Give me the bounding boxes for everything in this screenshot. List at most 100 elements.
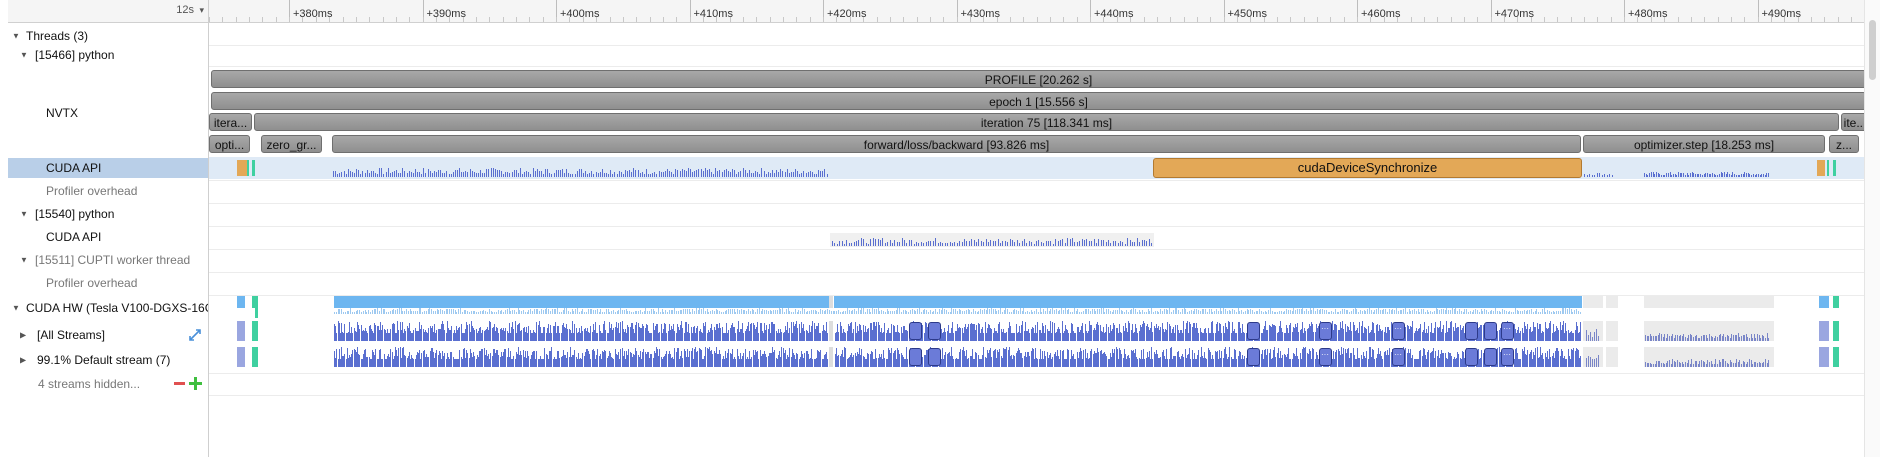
ruler-tick-label: +480ms — [1628, 8, 1668, 20]
api-call — [992, 241, 994, 246]
api-call — [1098, 239, 1100, 246]
nvtx-range-optimizer-step[interactable]: optimizer.step [18.253 ms] — [1583, 135, 1825, 153]
hide-stream-icon[interactable] — [174, 382, 185, 385]
ruler-minor-tick — [1130, 17, 1132, 22]
api-call — [675, 169, 677, 177]
api-call — [896, 242, 898, 246]
ruler-minor-tick — [1570, 17, 1572, 22]
api-call — [616, 174, 618, 177]
api-call — [503, 174, 505, 177]
tree-row-default-stream[interactable]: ▶ 99.1% Default stream (7) — [8, 349, 208, 371]
ellipsis-icon: ··· — [1321, 350, 1329, 359]
collapsed-triangle-icon[interactable]: ▶ — [20, 331, 26, 340]
api-call — [379, 168, 381, 177]
api-call — [1120, 241, 1121, 246]
api-call — [601, 169, 603, 177]
ruler-minor-tick — [996, 17, 998, 22]
zoom-label[interactable]: 12s — [176, 4, 194, 16]
tree-row-profiler-overhead-1[interactable]: Profiler overhead — [8, 181, 208, 201]
api-call — [851, 243, 853, 246]
ruler-tick-label: +400ms — [560, 8, 600, 20]
vertical-scrollbar[interactable] — [1864, 0, 1880, 457]
nvtx-range-epoch[interactable]: epoch 1 [15.556 s] — [211, 92, 1864, 110]
hw-kernel — [1586, 358, 1587, 367]
expand-triangle-icon[interactable]: ▼ — [20, 210, 28, 219]
api-call — [612, 174, 614, 177]
api-call — [930, 241, 932, 246]
cuda-device-synchronize[interactable]: cudaDeviceSynchronize — [1153, 158, 1582, 178]
api-call — [1586, 175, 1588, 177]
expand-triangle-icon[interactable]: ▼ — [12, 304, 20, 313]
nvtx-range-forward[interactable]: forward/loss/backward [93.826 ms] — [332, 135, 1581, 153]
api-call — [597, 173, 599, 177]
api-call — [666, 169, 668, 177]
api-call — [456, 170, 458, 177]
api-call — [633, 168, 635, 177]
tree-row-cuda-api-2[interactable]: CUDA API — [8, 227, 208, 247]
api-call — [471, 171, 473, 177]
tree-row-threads[interactable]: ▼ Threads (3) — [8, 27, 208, 45]
api-call — [706, 170, 708, 177]
api-call — [687, 168, 689, 177]
api-call — [1004, 241, 1006, 246]
ruler-minor-tick — [1664, 17, 1666, 22]
api-call — [393, 171, 395, 177]
tree-row-streams-hidden[interactable]: 4 streams hidden... — [8, 373, 208, 395]
api-call — [574, 174, 576, 177]
ellipsis-icon: ··· — [1394, 350, 1402, 359]
hw-gap — [829, 321, 833, 341]
expand-triangle-icon[interactable]: ▼ — [20, 256, 28, 265]
hw-kernel — [1768, 338, 1770, 341]
nvtx-range-zero-grad[interactable]: zero_gr... — [261, 135, 322, 153]
nvtx-range-iteration[interactable]: iteration 75 [118.341 ms] — [254, 113, 1839, 131]
api-call — [465, 171, 467, 177]
ruler-minor-tick — [1370, 17, 1372, 22]
api-call — [820, 171, 822, 177]
ruler-minor-tick — [1143, 17, 1145, 22]
ruler-minor-tick — [1811, 17, 1812, 22]
ruler-minor-tick — [1116, 17, 1118, 22]
tree-row-thread-15466[interactable]: ▼ [15466] python — [8, 46, 208, 64]
ruler-minor-tick — [1036, 17, 1038, 22]
tree-label: Profiler overhead — [46, 276, 138, 290]
ruler-minor-tick — [1103, 17, 1105, 22]
hw-kernel — [1590, 357, 1591, 367]
tree-row-all-streams[interactable]: ▶ [All Streams] — [8, 324, 208, 346]
api-call — [875, 239, 877, 246]
nvtx-range-z[interactable]: z... — [1829, 135, 1859, 153]
api-call — [337, 174, 339, 177]
ruler-minor-tick — [1757, 17, 1759, 22]
ruler-minor-tick — [262, 17, 264, 22]
ruler-minor-tick — [1010, 17, 1011, 22]
zoom-dropdown-icon[interactable]: ▾ — [199, 5, 204, 16]
tree-row-thread-15540[interactable]: ▼ [15540] python — [8, 204, 208, 224]
api-call — [603, 173, 605, 177]
nvtx-range-iteration-prev[interactable]: itera... — [209, 113, 252, 131]
tree-row-nvtx[interactable]: NVTX — [8, 66, 208, 160]
tree-row-cuda-hw[interactable]: ▼ CUDA HW (Tesla V100-DGXS-16GB — [8, 297, 208, 319]
expand-streams-icon[interactable] — [188, 328, 202, 342]
timeline-panel[interactable]: +380ms +390ms +400ms +410ms +420ms +430ms +440… — [209, 0, 1864, 457]
nvtx-range-profile[interactable]: PROFILE [20.262 s] — [211, 70, 1864, 88]
tree-row-profiler-overhead-2[interactable]: Profiler overhead — [8, 273, 208, 293]
expand-triangle-icon[interactable]: ▼ — [20, 51, 28, 60]
time-ruler[interactable]: +380ms +390ms +400ms +410ms +420ms +430ms +440… — [209, 0, 1864, 23]
tree-row-cupti-thread[interactable]: ▼ [15511] CUPTI worker thread — [8, 250, 208, 270]
api-call — [805, 173, 807, 177]
api-call — [368, 173, 370, 177]
nvtx-range-iteration-next[interactable]: ite... — [1841, 113, 1864, 131]
api-call — [901, 238, 903, 246]
nvtx-range-opti[interactable]: opti... — [209, 135, 250, 153]
api-call — [635, 170, 637, 177]
api-call — [450, 174, 452, 177]
api-call — [385, 172, 387, 177]
collapsed-triangle-icon[interactable]: ▶ — [20, 356, 26, 365]
api-call — [1069, 239, 1071, 246]
api-call — [1016, 240, 1018, 246]
scrollbar-thumb[interactable] — [1869, 20, 1876, 80]
api-call — [1148, 239, 1150, 246]
api-call — [763, 171, 765, 177]
expand-triangle-icon[interactable]: ▼ — [12, 32, 20, 41]
tree-row-cuda-api-1[interactable]: CUDA API — [8, 158, 208, 178]
api-call — [952, 243, 953, 246]
